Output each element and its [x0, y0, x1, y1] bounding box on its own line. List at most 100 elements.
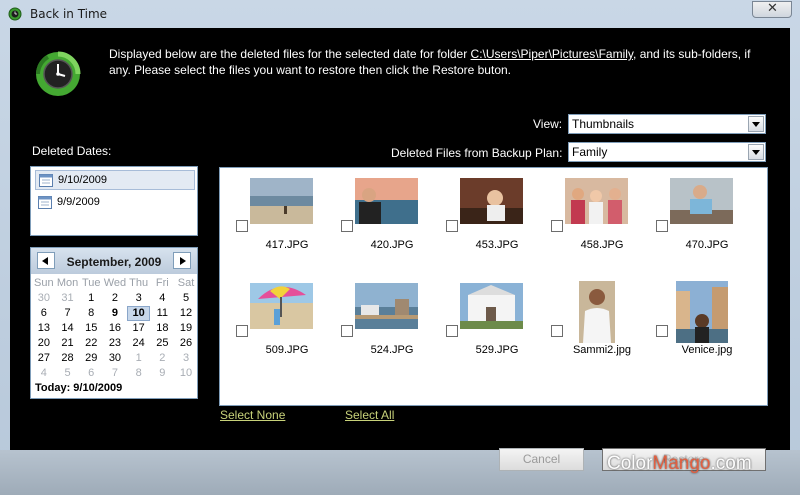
- calendar-day[interactable]: 1: [79, 291, 103, 306]
- deleted-files-panel: 417.JPG 420.JPG 453.JPG 458.JPG 470.JPG 509.J…: [219, 167, 768, 406]
- man-at-sea-photo-icon[interactable]: [355, 178, 418, 224]
- calendar-day[interactable]: 24: [127, 336, 151, 351]
- calendar-day[interactable]: 4: [151, 291, 175, 306]
- view-label: View:: [533, 117, 563, 131]
- calendar-day[interactable]: 17: [127, 321, 151, 336]
- calendar-day[interactable]: 31: [56, 291, 80, 306]
- file-checkbox[interactable]: [446, 220, 458, 232]
- white-house-photo-icon[interactable]: [460, 283, 523, 329]
- file-checkbox[interactable]: [341, 220, 353, 232]
- today-label[interactable]: Today: 9/10/2009: [35, 382, 122, 394]
- deleted-dates-list[interactable]: 9/10/2009 9/9/2009: [30, 166, 198, 236]
- calendar-day[interactable]: 9: [151, 366, 175, 381]
- calendar-day[interactable]: 5: [174, 291, 198, 306]
- view-select[interactable]: Thumbnails: [568, 114, 766, 134]
- calendar-day[interactable]: 4: [32, 366, 56, 381]
- calendar-weekday: Wed: [103, 277, 127, 289]
- calendar-day[interactable]: 5: [56, 366, 80, 381]
- calendar-day[interactable]: 15: [79, 321, 103, 336]
- file-checkbox[interactable]: [551, 325, 563, 337]
- calendar-day[interactable]: 22: [79, 336, 103, 351]
- backup-plan-label: Deleted Files from Backup Plan:: [391, 146, 563, 160]
- calendar-day[interactable]: 30: [32, 291, 56, 306]
- beach-dog-photo-icon[interactable]: [250, 178, 313, 224]
- chevron-down-icon[interactable]: [748, 116, 764, 132]
- next-month-button[interactable]: [173, 252, 191, 269]
- calendar-day[interactable]: 3: [174, 351, 198, 366]
- select-all-link[interactable]: Select All: [345, 408, 394, 422]
- backup-plan-select[interactable]: Family: [568, 142, 766, 162]
- folder-path-link[interactable]: C:\Users\Piper\Pictures\Family: [471, 47, 633, 61]
- calendar-day[interactable]: 10: [126, 306, 151, 321]
- close-button[interactable]: ✕: [752, 1, 792, 18]
- calendar-day[interactable]: 7: [56, 306, 80, 321]
- calendar-day[interactable]: 6: [79, 366, 103, 381]
- file-tile[interactable]: Venice.jpg: [656, 281, 746, 367]
- date-item[interactable]: 9/9/2009: [35, 193, 195, 213]
- calendar-day[interactable]: 10: [174, 366, 198, 381]
- calendar-day[interactable]: 27: [32, 351, 56, 366]
- man-at-table-photo-icon[interactable]: [670, 178, 733, 224]
- calendar-day[interactable]: 2: [151, 351, 175, 366]
- harbor-photo-icon[interactable]: [355, 283, 418, 329]
- file-checkbox[interactable]: [656, 325, 668, 337]
- calendar-day[interactable]: 8: [79, 306, 103, 321]
- file-tile[interactable]: 453.JPG: [446, 178, 536, 262]
- calendar: September, 2009 Sun Mon Tue Wed Thu Fri Sat 30 3…: [30, 247, 198, 399]
- calendar-day[interactable]: 9: [103, 306, 127, 321]
- calendar-day[interactable]: 21: [56, 336, 80, 351]
- file-checkbox[interactable]: [236, 220, 248, 232]
- calendar-month-label: September, 2009: [66, 255, 162, 269]
- file-checkbox[interactable]: [341, 325, 353, 337]
- close-icon: ✕: [767, 1, 778, 16]
- calendar-day[interactable]: 19: [174, 321, 198, 336]
- calendar-day[interactable]: 3: [127, 291, 151, 306]
- cancel-button[interactable]: Cancel: [499, 448, 584, 471]
- three-women-photo-icon[interactable]: [565, 178, 628, 224]
- chevron-down-icon[interactable]: [748, 144, 764, 160]
- file-tile[interactable]: 509.JPG: [236, 283, 326, 367]
- calendar-day[interactable]: 29: [79, 351, 103, 366]
- previous-month-button[interactable]: [37, 252, 55, 269]
- bride-photo-icon[interactable]: [579, 281, 615, 343]
- calendar-day[interactable]: 23: [103, 336, 127, 351]
- calendar-day[interactable]: 12: [174, 306, 198, 321]
- calendar-day[interactable]: 11: [151, 306, 175, 321]
- calendar-day[interactable]: 2: [103, 291, 127, 306]
- calendar-header: September, 2009: [31, 248, 197, 274]
- file-checkbox[interactable]: [551, 220, 563, 232]
- calendar-day[interactable]: 16: [103, 321, 127, 336]
- file-tile[interactable]: 524.JPG: [341, 283, 431, 367]
- file-tile[interactable]: 417.JPG: [236, 178, 326, 262]
- calendar-weekday: Sun: [34, 277, 54, 289]
- file-tile[interactable]: 470.JPG: [656, 178, 746, 262]
- clock-restore-logo-icon: [36, 51, 81, 96]
- file-tile[interactable]: 458.JPG: [551, 178, 641, 262]
- file-tile[interactable]: 529.JPG: [446, 283, 536, 367]
- calendar-day[interactable]: 28: [56, 351, 80, 366]
- calendar-day[interactable]: 25: [151, 336, 175, 351]
- watermark: ColorMango.com: [607, 453, 752, 474]
- calendar-day[interactable]: 6: [32, 306, 56, 321]
- title-bar[interactable]: Back in Time ✕: [0, 0, 800, 28]
- calendar-day[interactable]: 13: [32, 321, 56, 336]
- window-title: Back in Time: [30, 7, 108, 21]
- calendar-day[interactable]: 14: [56, 321, 80, 336]
- file-checkbox[interactable]: [236, 325, 248, 337]
- baby-photo-icon[interactable]: [460, 178, 523, 224]
- calendar-day[interactable]: 30: [103, 351, 127, 366]
- date-item[interactable]: 9/10/2009: [35, 170, 195, 190]
- file-tile[interactable]: Sammi2.jpg: [551, 281, 641, 367]
- calendar-day[interactable]: 8: [127, 366, 151, 381]
- select-none-link[interactable]: Select None: [220, 408, 285, 422]
- beach-umbrella-photo-icon[interactable]: [250, 283, 313, 329]
- file-checkbox[interactable]: [656, 220, 668, 232]
- venice-photo-icon[interactable]: [676, 281, 728, 343]
- calendar-day[interactable]: 1: [127, 351, 151, 366]
- calendar-day[interactable]: 18: [151, 321, 175, 336]
- calendar-day[interactable]: 20: [32, 336, 56, 351]
- file-checkbox[interactable]: [446, 325, 458, 337]
- calendar-day[interactable]: 26: [174, 336, 198, 351]
- calendar-day[interactable]: 7: [103, 366, 127, 381]
- file-tile[interactable]: 420.JPG: [341, 178, 431, 262]
